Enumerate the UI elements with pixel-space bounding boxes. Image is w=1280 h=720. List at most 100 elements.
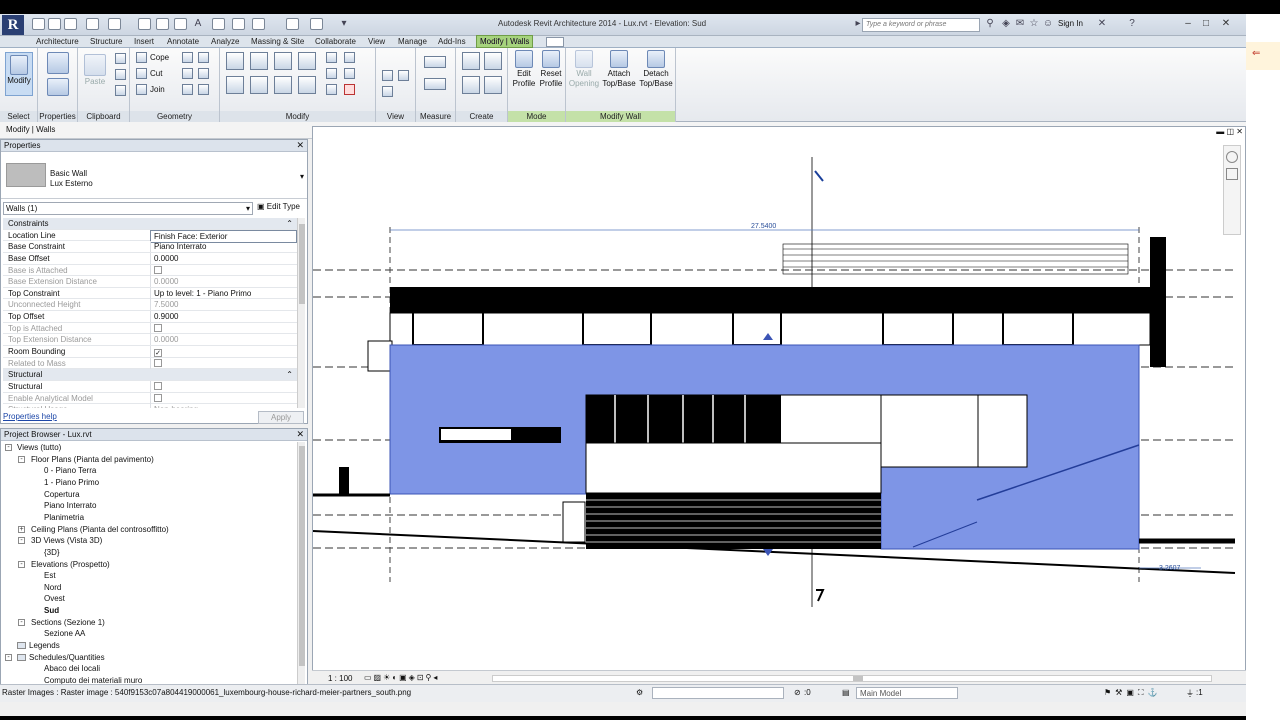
tab-insert[interactable]: Insert <box>134 36 154 48</box>
cope-icon[interactable] <box>136 52 147 63</box>
collapse-group-icon[interactable]: ⌃ <box>286 369 293 380</box>
checkbox[interactable]: ✓ <box>154 349 162 358</box>
type-properties-button[interactable] <box>47 52 69 75</box>
browser-item[interactable]: Sud <box>44 605 59 616</box>
copy-icon[interactable] <box>115 69 126 80</box>
edit-type-button[interactable]: ▣ Edit Type <box>257 202 300 211</box>
browser-item[interactable]: Ovest <box>44 593 65 604</box>
array-icon[interactable] <box>326 68 337 79</box>
steering-wheel-icon[interactable] <box>1226 151 1238 163</box>
browser-item[interactable]: Abaco dei locali <box>44 663 100 674</box>
collapse-group-icon[interactable]: ⌃ <box>286 218 293 229</box>
browser-item[interactable]: Sections (Sezione 1) <box>31 617 105 628</box>
tab-massing-site[interactable]: Massing & Site <box>251 36 304 48</box>
browser-item[interactable]: 3D Views (Vista 3D) <box>31 535 102 546</box>
undo-icon[interactable] <box>86 18 99 30</box>
override-graphics-icon[interactable] <box>398 70 409 81</box>
browser-item[interactable]: Floor Plans (Pianta del pavimento) <box>31 454 154 465</box>
navigation-bar[interactable] <box>1223 145 1241 235</box>
elevation-drawing[interactable]: 27.5400 3.2607 <box>313 127 1246 692</box>
offset-icon[interactable] <box>250 52 268 70</box>
tab-add-ins[interactable]: Add-Ins <box>438 36 466 48</box>
property-value[interactable]: Piano Interrato <box>150 241 297 253</box>
browser-item[interactable]: Ceiling Plans (Pianta del controsoffitto… <box>31 524 169 535</box>
collapse-icon[interactable]: - <box>5 653 12 661</box>
worksets-icon[interactable]: ⚙ <box>636 688 643 697</box>
create-group-icon[interactable] <box>462 76 480 94</box>
tab-architecture[interactable]: Architecture <box>36 36 79 48</box>
collapse-icon[interactable]: - <box>5 444 12 451</box>
split-face-icon[interactable] <box>198 52 209 63</box>
trim-icon[interactable] <box>298 76 316 94</box>
property-group[interactable]: Structural ⌃ <box>3 369 297 381</box>
property-value[interactable]: 0.9000 <box>150 311 297 323</box>
property-value[interactable]: ✓ <box>150 346 297 358</box>
collapse-icon[interactable]: - <box>18 560 25 568</box>
tag-icon[interactable] <box>174 18 187 30</box>
browser-item[interactable]: Views (tutto) <box>17 442 61 453</box>
editing-requests-icon[interactable]: ⊘ <box>794 688 801 697</box>
collapse-icon[interactable]: - <box>18 537 25 545</box>
tab-analyze[interactable]: Analyze <box>211 36 239 48</box>
text-icon[interactable]: A <box>192 18 204 30</box>
zoom-icon[interactable] <box>1226 168 1238 180</box>
user-icon[interactable]: ☺ <box>1042 18 1054 30</box>
view-minimize-icon[interactable]: ▬ <box>1216 127 1224 136</box>
binoculars-icon[interactable]: ⚲ <box>984 18 996 30</box>
dimension-top-label[interactable]: 27.5400 <box>751 223 776 230</box>
remove-paint-icon[interactable] <box>198 68 209 79</box>
checkbox[interactable] <box>154 381 162 390</box>
browser-item[interactable]: Est <box>44 570 56 581</box>
thin-lines-icon[interactable] <box>252 18 265 30</box>
delete-icon[interactable] <box>344 84 355 95</box>
aligned-dimension-icon[interactable] <box>424 78 446 90</box>
tab-structure[interactable]: Structure <box>90 36 122 48</box>
maximize-icon[interactable]: □ <box>1198 17 1214 31</box>
design-options-icon[interactable]: ▤ <box>842 688 850 697</box>
paste-button[interactable]: Paste <box>84 54 106 87</box>
minimize-icon[interactable]: – <box>1180 17 1196 31</box>
measure-between-icon[interactable] <box>424 56 446 68</box>
mirror-draw-icon[interactable] <box>298 52 316 70</box>
create-assembly-icon[interactable] <box>462 52 480 70</box>
ribbon-toggle-icon[interactable] <box>546 37 564 47</box>
properties-close-icon[interactable]: ✕ <box>296 140 304 151</box>
cut-icon[interactable] <box>115 53 126 64</box>
h-scroll-thumb[interactable] <box>853 676 863 681</box>
tab-manage[interactable]: Manage <box>398 36 427 48</box>
properties-scrollbar[interactable] <box>297 218 305 408</box>
reset-profile-button[interactable]: Reset Profile <box>538 50 564 89</box>
align-icon[interactable] <box>226 52 244 70</box>
browser-item[interactable]: Piano Interrato <box>44 500 96 511</box>
view-control-icons[interactable]: ▭▨☀◐▣◈⊡⚲◂ <box>364 673 439 682</box>
drawing-area[interactable]: 27.5400 3.2607 ▬ ◫ ✕ <box>312 126 1246 692</box>
browser-item[interactable]: Planimetria <box>44 512 84 523</box>
view-close-icon[interactable]: ✕ <box>1236 127 1243 136</box>
edit-profile-button[interactable]: Edit Profile <box>512 50 536 89</box>
browser-item[interactable]: Sezione AA <box>44 628 85 639</box>
browser-item[interactable]: 1 - Piano Primo <box>44 477 99 488</box>
revit-logo-icon[interactable]: R <box>2 15 24 35</box>
browser-scrollbar[interactable] <box>297 442 305 694</box>
create-parts-icon[interactable] <box>484 52 502 70</box>
redo-icon[interactable] <box>108 18 121 30</box>
subscription-icon[interactable]: ◈ <box>1000 18 1012 30</box>
3d-view-icon[interactable] <box>212 18 225 30</box>
tab-modify-walls[interactable]: Modify | Walls <box>476 35 534 48</box>
filter-icon[interactable]: ⏚ <box>1186 688 1194 699</box>
rotate-icon[interactable] <box>274 76 292 94</box>
match-properties-icon[interactable] <box>115 85 126 96</box>
cope-label[interactable]: Cope <box>150 53 169 62</box>
browser-close-icon[interactable]: ✕ <box>296 429 304 440</box>
collapse-icon[interactable]: - <box>18 455 25 463</box>
apply-button[interactable]: Apply <box>258 411 304 424</box>
wall-opening-button[interactable]: Wall Opening <box>568 50 600 89</box>
qat-dropdown-icon[interactable]: ▾ <box>338 18 350 30</box>
property-value[interactable] <box>150 380 297 392</box>
wall-joins-icon[interactable] <box>182 52 193 63</box>
search-input[interactable]: Type a keyword or phrase <box>862 18 980 32</box>
open-icon[interactable] <box>32 18 45 30</box>
sync-icon[interactable] <box>64 18 77 30</box>
tab-collaborate[interactable]: Collaborate <box>315 36 356 48</box>
cut-label[interactable]: Cut <box>150 69 162 78</box>
